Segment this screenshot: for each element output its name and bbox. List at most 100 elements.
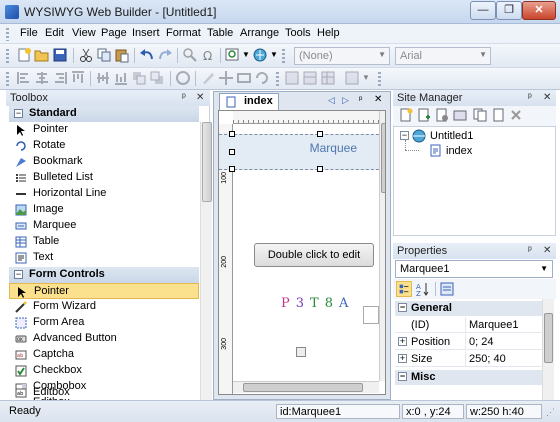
pin-icon[interactable]: ᵖ [359, 94, 362, 104]
advanced-button-object[interactable]: Double click to edit [254, 243, 374, 267]
new-page-icon[interactable] [399, 108, 413, 122]
editor-hscroll-thumb[interactable] [243, 383, 363, 392]
property-row-id[interactable]: (ID) Marquee1 [395, 317, 543, 333]
menu-format[interactable]: Format [166, 27, 201, 39]
menu-file[interactable]: File [20, 27, 38, 39]
tab-next-icon[interactable]: ▷ [342, 95, 349, 106]
copy-icon[interactable] [96, 47, 112, 63]
open-icon[interactable] [34, 47, 50, 63]
publish-dropdown-arrow[interactable]: ▼ [270, 50, 278, 59]
resize-grip-icon[interactable]: ⋰ [546, 407, 555, 418]
toolbox-item-captcha[interactable]: ab Captcha [9, 347, 199, 363]
close-icon[interactable]: ✕ [374, 94, 382, 105]
object-selector[interactable]: Marquee1 ▼ [395, 260, 553, 278]
properties-page-icon[interactable] [435, 108, 449, 122]
delete-page-icon[interactable] [509, 108, 523, 122]
group-icon[interactable] [175, 70, 191, 86]
captcha-input[interactable] [363, 306, 379, 324]
editor-horizontal-scrollbar[interactable] [233, 381, 379, 393]
preview-page-icon[interactable] [453, 108, 467, 122]
toolbox-item-bulleted-list[interactable]: Bulleted List [9, 170, 199, 186]
save-icon[interactable] [52, 47, 68, 63]
expand-icon[interactable]: + [398, 337, 407, 346]
checkbox-object[interactable] [296, 347, 306, 357]
maximize-button[interactable]: ❐ [496, 1, 522, 20]
property-row-size[interactable]: + Size 250; 40 [395, 351, 543, 367]
bring-front-icon[interactable] [131, 70, 147, 86]
redo-icon[interactable] [157, 47, 173, 63]
toolbox-item-form-pointer[interactable]: Pointer [9, 283, 199, 299]
toolbox-item-table[interactable]: Table [9, 234, 199, 250]
menu-table[interactable]: Table [207, 27, 233, 39]
add-page-icon[interactable] [417, 108, 431, 122]
toolbox-item-checkbox[interactable]: Checkbox [9, 363, 199, 379]
collapse-icon[interactable]: − [398, 372, 407, 381]
frame-icon[interactable] [344, 70, 360, 86]
resize-handle[interactable] [317, 131, 323, 137]
zoom-icon[interactable] [225, 47, 241, 63]
resize-handle[interactable] [317, 166, 323, 172]
menu-view[interactable]: View [72, 27, 96, 39]
pin-icon[interactable]: ᵖ [528, 245, 532, 256]
duplicate-page-icon[interactable] [491, 108, 505, 122]
toolbox-item-image[interactable]: Image [9, 202, 199, 218]
send-back-icon[interactable] [149, 70, 165, 86]
toolbox-item-pointer[interactable]: Pointer [9, 122, 199, 138]
resize-handle[interactable] [229, 166, 235, 172]
toolbox-item-horizontal-line[interactable]: Horizontal Line [9, 186, 199, 202]
align-top-icon[interactable] [70, 70, 86, 86]
toolbox-item-form-area[interactable]: Form Area [9, 315, 199, 331]
properties-scrollbar[interactable] [542, 299, 554, 400]
toolbox-item-rotate[interactable]: Rotate [9, 138, 199, 154]
crosshair-icon[interactable] [218, 70, 234, 86]
font-combo[interactable]: Arial ▼ [395, 47, 491, 65]
toolbox-scroll-thumb[interactable] [202, 122, 212, 202]
toolbox-group-standard[interactable]: − Standard [9, 106, 199, 122]
align-bottom-icon[interactable] [113, 70, 129, 86]
zoom-dropdown-arrow[interactable]: ▼ [242, 50, 250, 59]
toolbox-item-marquee[interactable]: Marquee [9, 218, 199, 234]
copy-page-icon[interactable] [473, 108, 487, 122]
expand-icon[interactable]: + [398, 354, 407, 363]
pin-icon[interactable]: ᵖ [182, 92, 186, 103]
close-button[interactable]: ✕ [522, 1, 556, 20]
pen-icon[interactable] [200, 70, 216, 86]
toolbox-scrollbar[interactable] [200, 122, 212, 400]
menu-page[interactable]: Page [101, 27, 127, 39]
editor-vscroll-thumb[interactable] [381, 123, 385, 193]
size-icon[interactable] [236, 70, 252, 86]
layout-icon[interactable] [302, 70, 318, 86]
document-tab[interactable]: index [219, 93, 279, 110]
tab-prev-icon[interactable]: ◁ [328, 95, 335, 106]
property-value[interactable]: 0; 24 [469, 336, 493, 348]
property-row-position[interactable]: + Position 0; 24 [395, 334, 543, 350]
collapse-icon[interactable]: − [14, 270, 23, 279]
publish-icon[interactable] [252, 47, 268, 63]
table-icon[interactable] [320, 70, 336, 86]
frame-dropdown-arrow[interactable]: ▼ [362, 73, 370, 82]
captcha-object[interactable]: P3T8A [281, 296, 355, 320]
form-icon[interactable] [284, 70, 300, 86]
find-icon[interactable] [182, 47, 198, 63]
categorized-icon[interactable] [396, 281, 412, 297]
property-value[interactable]: 250; 40 [469, 353, 506, 365]
property-category-general[interactable]: − General [395, 301, 543, 316]
property-value[interactable]: Marquee1 [469, 319, 519, 331]
toolbox-item-editbox-visible[interactable]: ab Editbox [9, 386, 199, 400]
menu-insert[interactable]: Insert [132, 27, 160, 39]
close-icon[interactable]: ✕ [196, 92, 204, 103]
tree-page-label[interactable]: index [446, 145, 472, 157]
align-left-icon[interactable] [16, 70, 32, 86]
menu-help[interactable]: Help [317, 27, 340, 39]
undo-icon[interactable] [139, 47, 155, 63]
menu-arrange[interactable]: Arrange [240, 27, 279, 39]
new-icon[interactable] [16, 47, 32, 63]
align-right-icon[interactable] [52, 70, 68, 86]
property-category-misc[interactable]: − Misc [395, 370, 543, 385]
minimize-button[interactable]: — [470, 1, 496, 20]
resize-handle[interactable] [229, 149, 235, 155]
resize-handle[interactable] [229, 131, 235, 137]
toolbox-group-form-controls[interactable]: − Form Controls [9, 267, 199, 283]
toolbox-item-bookmark[interactable]: Bookmark [9, 154, 199, 170]
sort-az-icon[interactable]: AZ [415, 281, 431, 297]
